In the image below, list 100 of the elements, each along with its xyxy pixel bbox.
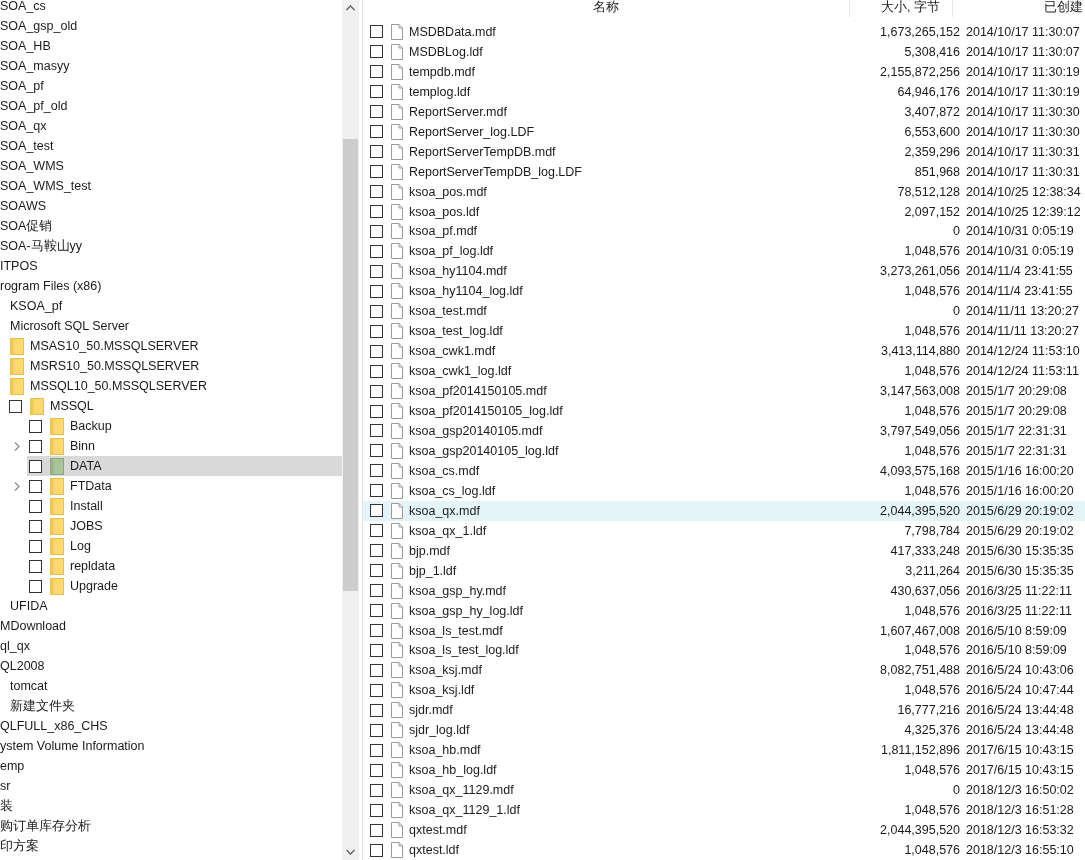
checkbox[interactable] bbox=[370, 544, 383, 558]
checkbox[interactable] bbox=[370, 364, 383, 378]
file-row[interactable]: ksoa_hy1104_log.ldf 1,048,576 2014/11/4 23:41:55 bbox=[363, 281, 1085, 302]
tree-item[interactable]: rogram Files (x86) bbox=[0, 276, 342, 296]
file-row[interactable]: ksoa_test.mdf 0 2014/11/11 13:20:27 bbox=[363, 301, 1085, 322]
file-row[interactable]: ksoa_pf2014150105.mdf 3,147,563,008 2015/1/7 20:29:08 bbox=[363, 381, 1085, 402]
checkbox[interactable] bbox=[29, 559, 42, 573]
tree-item[interactable]: QLFULL_x86_CHS bbox=[0, 716, 342, 736]
scrollbar[interactable] bbox=[342, 0, 359, 860]
file-row[interactable]: ReportServerTempDB.mdf 2,359,296 2014/10/17 11:30:31 bbox=[363, 141, 1085, 162]
file-row[interactable]: ksoa_ksj.ldf 1,048,576 2016/5/24 10:47:44 bbox=[363, 680, 1085, 701]
file-row[interactable]: ReportServer_log.LDF 6,553,600 2014/10/17 11:30:30 bbox=[363, 121, 1085, 142]
tree-item[interactable]: MSSQL10_50.MSSQLSERVER bbox=[7, 376, 342, 396]
tree-item[interactable]: tomcat bbox=[10, 676, 342, 696]
chevron-icon[interactable] bbox=[14, 441, 20, 451]
checkbox[interactable] bbox=[29, 459, 42, 473]
file-row[interactable]: templog.ldf 64,946,176 2014/10/17 11:30:19 bbox=[363, 81, 1085, 102]
caret-up-icon[interactable] bbox=[346, 5, 355, 11]
checkbox[interactable] bbox=[370, 45, 383, 59]
checkbox[interactable] bbox=[370, 424, 383, 438]
file-row[interactable]: bjp.mdf 417,333,248 2015/6/30 15:35:35 bbox=[363, 540, 1085, 561]
checkbox[interactable] bbox=[370, 624, 383, 637]
file-row[interactable]: ReportServerTempDB_log.LDF 851,968 2014/10/17 11:30:31 bbox=[363, 161, 1085, 182]
checkbox[interactable] bbox=[370, 105, 383, 119]
checkbox[interactable] bbox=[370, 444, 383, 458]
tree-item[interactable]: SOA-马鞍山yy bbox=[0, 236, 342, 256]
tree-item[interactable]: SOA_qx bbox=[0, 116, 342, 136]
checkbox[interactable] bbox=[370, 823, 383, 837]
checkbox[interactable] bbox=[370, 185, 383, 199]
file-row[interactable]: MSDBLog.ldf 5,308,416 2014/10/17 11:30:07 bbox=[363, 41, 1085, 62]
tree-item[interactable]: ql_qx bbox=[0, 636, 342, 656]
file-row[interactable]: qxtest.ldf 1,048,576 2018/12/3 16:55:10 bbox=[363, 840, 1085, 860]
checkbox[interactable] bbox=[370, 464, 383, 478]
checkbox[interactable] bbox=[370, 324, 383, 338]
column-header[interactable]: 大小, 字节 bbox=[850, 0, 953, 17]
checkbox[interactable] bbox=[29, 539, 42, 553]
file-row[interactable]: ksoa_hb.mdf 1,811,152,896 2017/6/15 10:43:15 bbox=[363, 740, 1085, 761]
checkbox[interactable] bbox=[9, 399, 22, 413]
checkbox[interactable] bbox=[370, 244, 383, 258]
tree-item[interactable]: MSRS10_50.MSSQLSERVER bbox=[7, 356, 342, 376]
file-row[interactable]: ksoa_pf.mdf 0 2014/10/31 0:05:19 bbox=[363, 221, 1085, 242]
checkbox[interactable] bbox=[370, 384, 383, 398]
tree-item[interactable]: MSAS10_50.MSSQLSERVER bbox=[7, 336, 342, 356]
file-row[interactable]: ksoa_gsp_hy.mdf 430,637,056 2016/3/25 11:22:11 bbox=[363, 580, 1085, 601]
tree-item[interactable]: Microsoft SQL Server bbox=[10, 316, 342, 336]
file-row[interactable]: ksoa_qx.mdf 2,044,395,520 2015/6/29 20:19:02 bbox=[363, 500, 1085, 521]
checkbox[interactable] bbox=[370, 763, 383, 777]
checkbox[interactable] bbox=[370, 284, 383, 298]
tree-item[interactable]: SOA促销 bbox=[0, 216, 342, 236]
checkbox[interactable] bbox=[29, 439, 42, 453]
file-row[interactable]: ksoa_pos.ldf 2,097,152 2014/10/25 12:39:12 bbox=[363, 201, 1085, 222]
file-row[interactable]: ksoa_test_log.ldf 1,048,576 2014/11/11 13:20:27 bbox=[363, 321, 1085, 342]
file-row[interactable]: ksoa_hy1104.mdf 3,273,261,056 2014/11/4 23:41:55 bbox=[363, 261, 1085, 282]
file-row[interactable]: ksoa_cs_log.ldf 1,048,576 2015/1/16 16:00:20 bbox=[363, 480, 1085, 501]
checkbox[interactable] bbox=[370, 504, 383, 518]
file-row[interactable]: ksoa_pf2014150105_log.ldf 1,048,576 2015/1/7 20:29:08 bbox=[363, 401, 1085, 421]
tree-item[interactable]: QL2008 bbox=[0, 656, 342, 676]
caret-down-icon[interactable] bbox=[346, 849, 355, 855]
tree-item[interactable]: SOA_pf_old bbox=[0, 96, 342, 116]
checkbox[interactable] bbox=[370, 205, 383, 218]
file-row[interactable]: ksoa_qx_1129_1.ldf 1,048,576 2018/12/3 16:51:28 bbox=[363, 800, 1085, 821]
checkbox[interactable] bbox=[29, 479, 42, 493]
tree-item[interactable]: SOA_WMS_test bbox=[0, 176, 342, 196]
tree-item[interactable]: JOBS bbox=[27, 516, 342, 536]
checkbox[interactable] bbox=[370, 723, 383, 737]
file-row[interactable]: ReportServer.mdf 3,407,872 2014/10/17 11:30:30 bbox=[363, 101, 1085, 122]
checkbox[interactable] bbox=[370, 703, 383, 717]
tree-item[interactable]: DATA bbox=[27, 456, 342, 476]
file-row[interactable]: ksoa_ksj.mdf 8,082,751,488 2016/5/24 10:43:06 bbox=[363, 660, 1085, 681]
file-row[interactable]: ksoa_gsp_hy_log.ldf 1,048,576 2016/3/25 11:22:11 bbox=[363, 600, 1085, 621]
checkbox[interactable] bbox=[370, 604, 383, 618]
tree-item[interactable]: Log bbox=[27, 536, 342, 556]
checkbox[interactable] bbox=[370, 145, 383, 159]
tree-item[interactable]: Binn bbox=[27, 436, 342, 456]
checkbox[interactable] bbox=[370, 344, 383, 358]
file-row[interactable]: ksoa_gsp20140105.mdf 3,797,549,056 2015/1/7 22:31:31 bbox=[363, 421, 1085, 441]
checkbox[interactable] bbox=[370, 65, 383, 79]
checkbox[interactable] bbox=[370, 843, 383, 857]
tree-item[interactable]: 印方案 bbox=[0, 836, 342, 856]
tree-item[interactable]: SOAWS bbox=[0, 196, 342, 216]
checkbox[interactable] bbox=[370, 564, 383, 578]
tree-item[interactable]: SOA_cs bbox=[0, 0, 342, 16]
tree-item[interactable]: 装 bbox=[0, 796, 342, 816]
file-row[interactable]: ksoa_ls_test.mdf 1,607,467,008 2016/5/10 8:59:09 bbox=[363, 620, 1085, 641]
tree-item[interactable]: Backup bbox=[27, 416, 342, 436]
file-row[interactable]: ksoa_ls_test_log.ldf 1,048,576 2016/5/10 8:59:09 bbox=[363, 640, 1085, 661]
tree-item[interactable]: SOA_pf bbox=[0, 76, 342, 96]
tree-item[interactable]: repldata bbox=[27, 556, 342, 576]
tree-item[interactable]: Upgrade bbox=[27, 576, 342, 596]
file-row[interactable]: ksoa_qx_1129.mdf 0 2018/12/3 16:50:02 bbox=[363, 780, 1085, 801]
tree-item[interactable]: 新建文件夹 bbox=[10, 696, 342, 716]
checkbox[interactable] bbox=[370, 683, 383, 697]
scrollbar-thumb[interactable] bbox=[343, 139, 358, 591]
tree-item[interactable]: FTData bbox=[27, 476, 342, 496]
file-row[interactable]: tempdb.mdf 2,155,872,256 2014/10/17 11:30:19 bbox=[363, 61, 1085, 82]
checkbox[interactable] bbox=[29, 519, 42, 533]
checkbox[interactable] bbox=[29, 499, 42, 513]
checkbox[interactable] bbox=[370, 484, 383, 498]
tree-item[interactable]: SOA_test bbox=[0, 136, 342, 156]
checkbox[interactable] bbox=[370, 524, 383, 538]
